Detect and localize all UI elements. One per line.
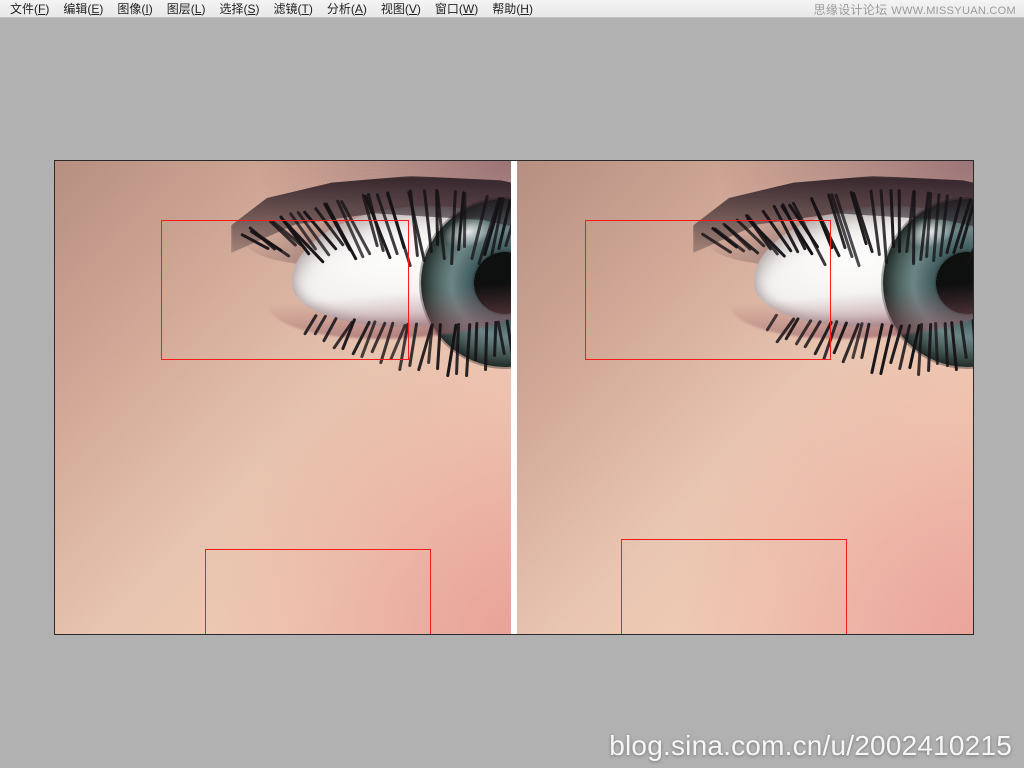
compare-pane-right: [517, 161, 973, 634]
workspace: [0, 18, 1024, 768]
document-canvas[interactable]: [54, 160, 974, 635]
menu-file[interactable]: 文件(F): [4, 0, 55, 18]
selection-box[interactable]: [205, 549, 431, 634]
menu-edit[interactable]: 编辑(E): [57, 0, 109, 18]
watermark-bottom: blog.sina.com.cn/u/2002410215: [609, 730, 1012, 762]
menu-filter[interactable]: 滤镜(T): [267, 0, 318, 18]
menu-window[interactable]: 窗口(W): [429, 0, 484, 18]
menu-view[interactable]: 视图(V): [375, 0, 427, 18]
watermark-top: 思缘设计论坛WWW.MISSYUAN.COM: [814, 1, 1016, 18]
menubar: 文件(F) 编辑(E) 图像(I) 图层(L) 选择(S) 滤镜(T) 分析(A…: [0, 0, 1024, 18]
selection-box[interactable]: [585, 220, 831, 360]
menu-analysis[interactable]: 分析(A): [321, 0, 373, 18]
selection-box[interactable]: [621, 539, 847, 634]
menu-help[interactable]: 帮助(H): [486, 0, 539, 18]
menu-image[interactable]: 图像(I): [111, 0, 158, 18]
menu-layer[interactable]: 图层(L): [161, 0, 212, 18]
menu-select[interactable]: 选择(S): [213, 0, 265, 18]
compare-pane-left: [55, 161, 511, 634]
selection-box[interactable]: [161, 220, 409, 360]
